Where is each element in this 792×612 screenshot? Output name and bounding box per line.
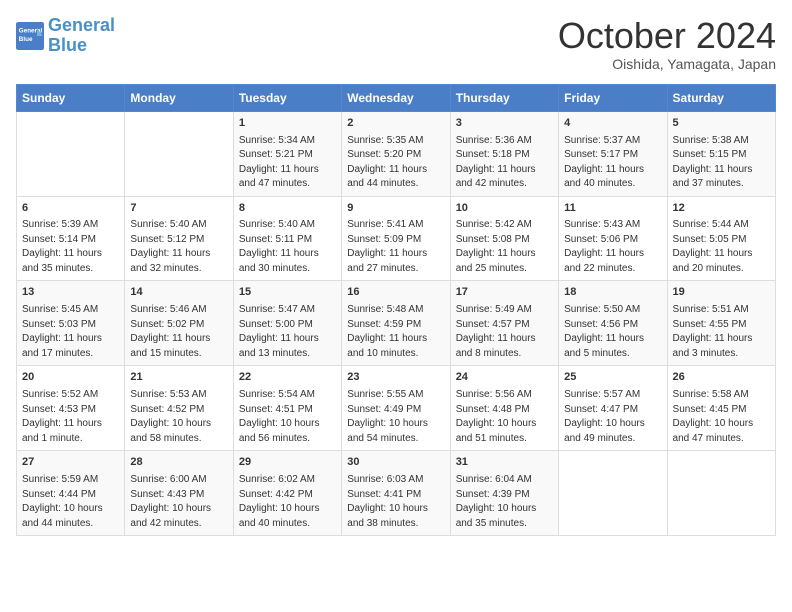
- day-number: 16: [347, 285, 444, 301]
- calendar-day-cell: 30Sunrise: 6:03 AMSunset: 4:41 PMDayligh…: [342, 451, 450, 536]
- day-number: 31: [456, 455, 553, 471]
- calendar-week-row: 20Sunrise: 5:52 AMSunset: 4:53 PMDayligh…: [17, 366, 776, 451]
- day-number: 6: [22, 201, 119, 217]
- calendar-day-cell: 26Sunrise: 5:58 AMSunset: 4:45 PMDayligh…: [667, 366, 775, 451]
- calendar-day-cell: 13Sunrise: 5:45 AMSunset: 5:03 PMDayligh…: [17, 281, 125, 366]
- calendar-day-cell: [17, 111, 125, 196]
- calendar-day-cell: [125, 111, 233, 196]
- day-number: 26: [673, 370, 770, 386]
- calendar-day-cell: 21Sunrise: 5:53 AMSunset: 4:52 PMDayligh…: [125, 366, 233, 451]
- day-number: 23: [347, 370, 444, 386]
- calendar-day-cell: 3Sunrise: 5:36 AMSunset: 5:18 PMDaylight…: [450, 111, 558, 196]
- day-number: 28: [130, 455, 227, 471]
- weekday-header: Monday: [125, 84, 233, 111]
- calendar-day-cell: 31Sunrise: 6:04 AMSunset: 4:39 PMDayligh…: [450, 451, 558, 536]
- day-number: 1: [239, 116, 336, 132]
- day-number: 5: [673, 116, 770, 132]
- calendar-day-cell: 8Sunrise: 5:40 AMSunset: 5:11 PMDaylight…: [233, 196, 341, 281]
- calendar-day-cell: 1Sunrise: 5:34 AMSunset: 5:21 PMDaylight…: [233, 111, 341, 196]
- day-number: 29: [239, 455, 336, 471]
- weekday-header: Tuesday: [233, 84, 341, 111]
- weekday-header: Thursday: [450, 84, 558, 111]
- svg-text:Blue: Blue: [19, 36, 33, 43]
- day-number: 13: [22, 285, 119, 301]
- calendar-day-cell: 28Sunrise: 6:00 AMSunset: 4:43 PMDayligh…: [125, 451, 233, 536]
- calendar-day-cell: 15Sunrise: 5:47 AMSunset: 5:00 PMDayligh…: [233, 281, 341, 366]
- calendar-table: SundayMondayTuesdayWednesdayThursdayFrid…: [16, 84, 776, 537]
- calendar-day-cell: 10Sunrise: 5:42 AMSunset: 5:08 PMDayligh…: [450, 196, 558, 281]
- day-number: 2: [347, 116, 444, 132]
- day-number: 7: [130, 201, 227, 217]
- weekday-header: Sunday: [17, 84, 125, 111]
- day-number: 15: [239, 285, 336, 301]
- calendar-day-cell: 6Sunrise: 5:39 AMSunset: 5:14 PMDaylight…: [17, 196, 125, 281]
- calendar-day-cell: 17Sunrise: 5:49 AMSunset: 4:57 PMDayligh…: [450, 281, 558, 366]
- calendar-week-row: 13Sunrise: 5:45 AMSunset: 5:03 PMDayligh…: [17, 281, 776, 366]
- calendar-day-cell: 24Sunrise: 5:56 AMSunset: 4:48 PMDayligh…: [450, 366, 558, 451]
- day-number: 8: [239, 201, 336, 217]
- location-subtitle: Oishida, Yamagata, Japan: [558, 56, 776, 72]
- day-number: 12: [673, 201, 770, 217]
- day-number: 20: [22, 370, 119, 386]
- day-number: 27: [22, 455, 119, 471]
- calendar-day-cell: 2Sunrise: 5:35 AMSunset: 5:20 PMDaylight…: [342, 111, 450, 196]
- header-row: SundayMondayTuesdayWednesdayThursdayFrid…: [17, 84, 776, 111]
- calendar-day-cell: 14Sunrise: 5:46 AMSunset: 5:02 PMDayligh…: [125, 281, 233, 366]
- calendar-day-cell: 11Sunrise: 5:43 AMSunset: 5:06 PMDayligh…: [559, 196, 667, 281]
- title-block: October 2024 Oishida, Yamagata, Japan: [558, 16, 776, 72]
- day-number: 10: [456, 201, 553, 217]
- calendar-day-cell: 5Sunrise: 5:38 AMSunset: 5:15 PMDaylight…: [667, 111, 775, 196]
- day-number: 18: [564, 285, 661, 301]
- logo-text: General: [48, 16, 115, 36]
- calendar-day-cell: 18Sunrise: 5:50 AMSunset: 4:56 PMDayligh…: [559, 281, 667, 366]
- day-number: 30: [347, 455, 444, 471]
- calendar-day-cell: 12Sunrise: 5:44 AMSunset: 5:05 PMDayligh…: [667, 196, 775, 281]
- calendar-day-cell: 4Sunrise: 5:37 AMSunset: 5:17 PMDaylight…: [559, 111, 667, 196]
- calendar-day-cell: 16Sunrise: 5:48 AMSunset: 4:59 PMDayligh…: [342, 281, 450, 366]
- calendar-day-cell: 27Sunrise: 5:59 AMSunset: 4:44 PMDayligh…: [17, 451, 125, 536]
- day-number: 14: [130, 285, 227, 301]
- calendar-day-cell: [559, 451, 667, 536]
- day-number: 3: [456, 116, 553, 132]
- calendar-day-cell: 22Sunrise: 5:54 AMSunset: 4:51 PMDayligh…: [233, 366, 341, 451]
- day-number: 11: [564, 201, 661, 217]
- day-number: 24: [456, 370, 553, 386]
- day-number: 21: [130, 370, 227, 386]
- weekday-header: Friday: [559, 84, 667, 111]
- day-number: 17: [456, 285, 553, 301]
- page-header: General Blue General Blue October 2024 O…: [16, 16, 776, 72]
- month-title: October 2024: [558, 16, 776, 56]
- calendar-week-row: 27Sunrise: 5:59 AMSunset: 4:44 PMDayligh…: [17, 451, 776, 536]
- day-number: 25: [564, 370, 661, 386]
- calendar-week-row: 1Sunrise: 5:34 AMSunset: 5:21 PMDaylight…: [17, 111, 776, 196]
- calendar-day-cell: 23Sunrise: 5:55 AMSunset: 4:49 PMDayligh…: [342, 366, 450, 451]
- calendar-day-cell: 7Sunrise: 5:40 AMSunset: 5:12 PMDaylight…: [125, 196, 233, 281]
- calendar-day-cell: 29Sunrise: 6:02 AMSunset: 4:42 PMDayligh…: [233, 451, 341, 536]
- day-number: 22: [239, 370, 336, 386]
- day-number: 4: [564, 116, 661, 132]
- weekday-header: Wednesday: [342, 84, 450, 111]
- day-number: 9: [347, 201, 444, 217]
- calendar-day-cell: 20Sunrise: 5:52 AMSunset: 4:53 PMDayligh…: [17, 366, 125, 451]
- weekday-header: Saturday: [667, 84, 775, 111]
- calendar-day-cell: [667, 451, 775, 536]
- calendar-week-row: 6Sunrise: 5:39 AMSunset: 5:14 PMDaylight…: [17, 196, 776, 281]
- calendar-day-cell: 9Sunrise: 5:41 AMSunset: 5:09 PMDaylight…: [342, 196, 450, 281]
- calendar-day-cell: 25Sunrise: 5:57 AMSunset: 4:47 PMDayligh…: [559, 366, 667, 451]
- logo-icon: General Blue: [16, 22, 44, 50]
- logo: General Blue General Blue: [16, 16, 115, 56]
- calendar-day-cell: 19Sunrise: 5:51 AMSunset: 4:55 PMDayligh…: [667, 281, 775, 366]
- logo-text2: Blue: [48, 36, 115, 56]
- day-number: 19: [673, 285, 770, 301]
